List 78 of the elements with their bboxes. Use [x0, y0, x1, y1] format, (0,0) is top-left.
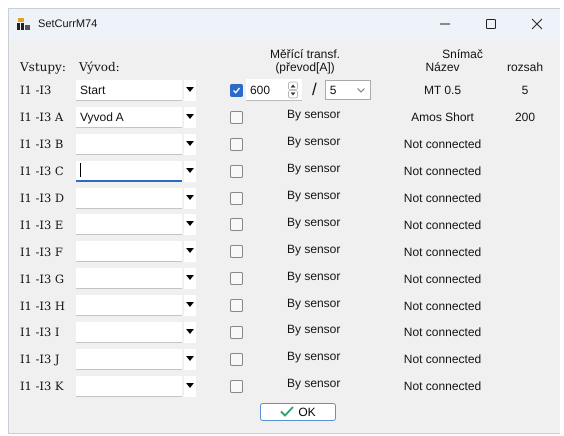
- output-field[interactable]: [76, 268, 182, 290]
- column-header: Měřící transf.: [270, 48, 340, 61]
- sensor-name: Not connected: [402, 244, 482, 259]
- sensor-name: Not connected: [402, 191, 482, 205]
- checkbox[interactable]: [230, 380, 243, 393]
- transformer-text: By sensor: [287, 161, 340, 176]
- input-label: I1 -I3 B: [20, 137, 64, 152]
- column-header: (převod[A]): [275, 61, 335, 74]
- transformer-text: By sensor: [287, 296, 340, 310]
- checkbox[interactable]: [230, 192, 243, 204]
- input-label: I1 -I3 I: [20, 325, 60, 340]
- sensor-name: Amos Short: [410, 110, 475, 124]
- checkbox[interactable]: [230, 299, 243, 312]
- output-field[interactable]: Start: [76, 80, 182, 101]
- sensor-name: Not connected: [402, 218, 482, 232]
- transformer-text: By sensor: [287, 322, 340, 336]
- sensor-name: Not connected: [402, 298, 482, 313]
- checkbox[interactable]: [230, 138, 243, 151]
- secondary-select[interactable]: 5: [324, 80, 371, 100]
- checkbox[interactable]: [230, 326, 243, 339]
- window-title: SetCurrM74: [38, 18, 98, 30]
- input-label: I1 -I3: [20, 83, 52, 98]
- sensor-name: Not connected: [402, 325, 482, 340]
- input-label: I1 -I3 H: [20, 298, 66, 313]
- transformer-text: By sensor: [287, 268, 340, 283]
- output-field[interactable]: [76, 160, 182, 182]
- sensor-range: 200: [514, 110, 536, 124]
- checkbox[interactable]: [230, 110, 243, 124]
- transformer-text: By sensor: [287, 242, 340, 256]
- output-field[interactable]: [76, 322, 182, 343]
- checkbox[interactable]: [230, 218, 243, 232]
- transformer-text: By sensor: [287, 134, 340, 148]
- output-field[interactable]: [76, 188, 182, 208]
- input-label: I1 -I3 A: [20, 110, 64, 124]
- checkbox[interactable]: [230, 245, 243, 258]
- output-field[interactable]: [76, 376, 182, 397]
- sensor-name: Not connected: [402, 352, 482, 366]
- column-header: Vstupy:: [20, 60, 67, 74]
- input-label: I1 -I3 C: [20, 164, 65, 178]
- ratio-separator: /: [312, 80, 317, 100]
- checkbox[interactable]: [230, 352, 243, 366]
- check-icon: [280, 406, 294, 418]
- checkbox[interactable]: [230, 84, 243, 97]
- input-label: I1 -I3 K: [20, 379, 65, 394]
- check-icon: [232, 86, 241, 95]
- input-label: I1 -I3 F: [20, 244, 64, 259]
- column-header: rozsah: [506, 61, 544, 74]
- transformer-text: By sensor: [287, 107, 340, 122]
- input-label: I1 -I3 G: [20, 272, 66, 286]
- transformer-text: By sensor: [287, 349, 340, 364]
- output-field[interactable]: [76, 214, 182, 236]
- transformer-text: By sensor: [287, 214, 340, 229]
- column-header: Snímač: [442, 48, 483, 61]
- sensor-name: Not connected: [402, 272, 482, 286]
- output-field[interactable]: [76, 348, 182, 370]
- checkbox[interactable]: [230, 164, 243, 178]
- ok-button[interactable]: OK: [260, 402, 336, 421]
- output-field[interactable]: [76, 134, 182, 155]
- input-label: I1 -I3 D: [20, 191, 66, 205]
- sensor-name: MT 0.5: [422, 83, 462, 98]
- ratio-spinbox[interactable]: 600: [246, 79, 302, 102]
- output-field[interactable]: Vyvod A: [76, 106, 182, 128]
- input-label: I1 -I3 J: [20, 352, 61, 366]
- chevron-down-icon: [356, 86, 366, 94]
- output-field[interactable]: [76, 295, 182, 316]
- sensor-range: 5: [520, 83, 530, 98]
- column-header: Vývod:: [78, 60, 121, 74]
- spin-arrows-icon[interactable]: [288, 80, 298, 99]
- sensor-name: Not connected: [402, 379, 482, 394]
- input-label: I1 -I3 E: [20, 218, 64, 232]
- sensor-name: Not connected: [402, 137, 482, 152]
- sensor-name: Not connected: [402, 164, 482, 178]
- column-header: Název: [424, 61, 460, 74]
- transformer-text: By sensor: [287, 376, 340, 390]
- transformer-text: By sensor: [287, 188, 340, 202]
- output-field[interactable]: [76, 241, 182, 262]
- app-icon: [17, 18, 31, 30]
- checkbox[interactable]: [230, 272, 243, 286]
